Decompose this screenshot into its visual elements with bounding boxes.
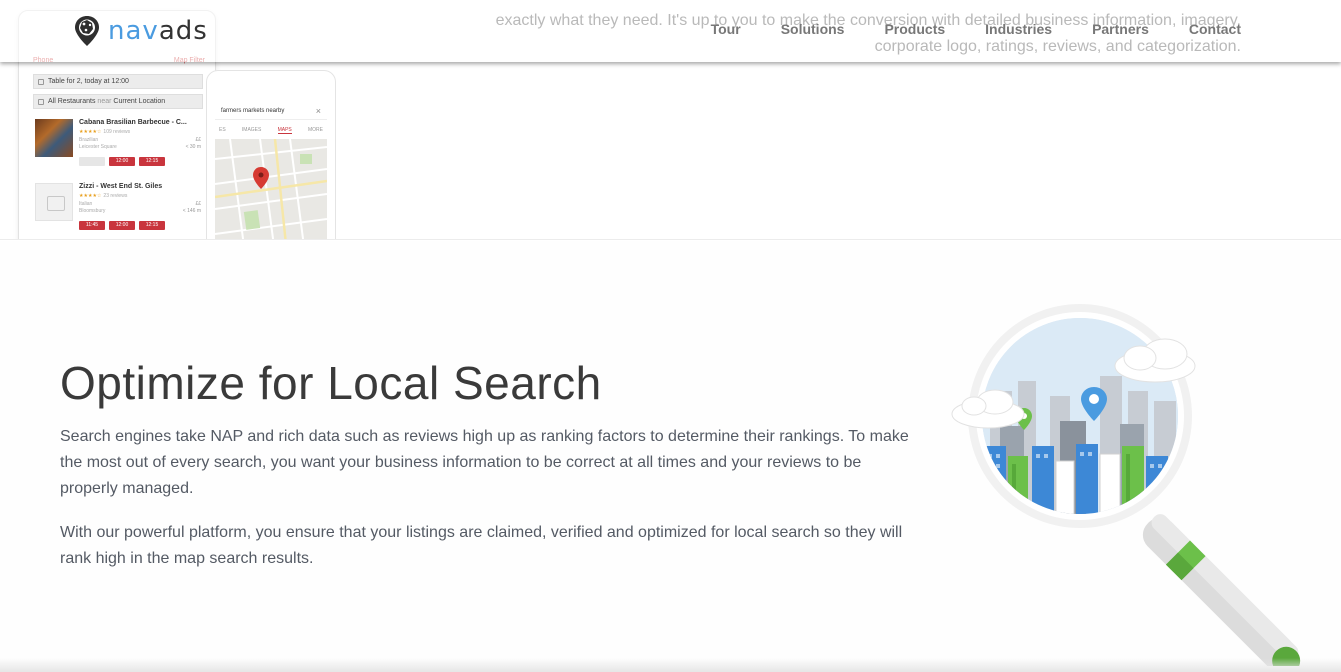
map-tab: ES xyxy=(219,127,226,133)
restaurant-right-meta: ££ < 146 m xyxy=(183,201,201,215)
time-slot: 12:15 xyxy=(139,157,165,166)
area: Bloomsbury xyxy=(79,208,106,214)
map-tab-active: MAPS xyxy=(277,127,292,134)
map-tabs: ES IMAGES MAPS MORE xyxy=(215,127,327,134)
nav-industries[interactable]: Industries xyxy=(985,21,1052,37)
location-field: All Restaurants near Current Location xyxy=(33,94,203,109)
time-slot: 12:00 xyxy=(109,221,135,230)
location-field-near: near xyxy=(97,98,112,105)
reservation-field: Table for 2, today at 12:00 xyxy=(33,74,203,89)
nav-solutions[interactable]: Solutions xyxy=(781,21,845,37)
close-icon: × xyxy=(315,106,321,116)
reservation-field-text: Table for 2, today at 12:00 xyxy=(48,78,129,85)
location-field-post: Current Location xyxy=(113,98,166,105)
time-slot: 12:15 xyxy=(139,221,165,230)
map-search-field: farmers markets nearby × xyxy=(215,104,327,120)
review-count: 23 reviews xyxy=(103,193,128,199)
rating-stars: ★★★★☆ 23 reviews xyxy=(79,193,127,199)
logo-pin-icon xyxy=(75,16,99,46)
site-header: exactly what they need. It's up to you t… xyxy=(0,0,1341,62)
restaurant-right-meta: ££ < 30 m xyxy=(186,137,201,151)
cuisine: Brazilian xyxy=(79,137,99,143)
stars-text: ★★★★☆ xyxy=(79,193,102,199)
distance: < 30 m xyxy=(185,144,201,150)
distance: < 146 m xyxy=(182,208,201,214)
map-search-text: farmers markets nearby xyxy=(221,108,285,114)
section-title: Optimize for Local Search xyxy=(60,357,602,409)
list-item: Cabana Brasilian Barbecue - C... ★★★★☆ 10… xyxy=(33,119,205,177)
map-view xyxy=(215,139,327,239)
restaurant-name: Zizzi - West End St. Giles xyxy=(79,183,163,190)
time-slots: 11:45 12:00 12:15 xyxy=(79,221,165,230)
restaurant-name: Cabana Brasilian Barbecue - C... xyxy=(79,119,187,126)
nav-tour[interactable]: Tour xyxy=(711,21,741,37)
local-search-section: Optimize for Local Search Search engines… xyxy=(0,241,1341,672)
map-tab: IMAGES xyxy=(241,127,262,133)
restaurant-meta: Brazilian Leicester Square xyxy=(79,137,117,151)
section-paragraph-2: With our powerful platform, you ensure t… xyxy=(60,524,903,567)
ghost-line: corporate logo, ratings, reviews, and ca… xyxy=(874,38,1241,55)
location-field-icon xyxy=(38,99,44,105)
section-paragraph-1: Search engines take NAP and rich data su… xyxy=(60,428,909,497)
time-slots: 12:00 12:15 xyxy=(79,157,165,166)
calendar-icon xyxy=(38,79,44,85)
logo-wordmark: navads xyxy=(108,16,208,46)
navads-logo[interactable]: navads xyxy=(74,14,208,48)
logo-ads: ads xyxy=(158,16,208,46)
phone-mockup-map: farmers markets nearby × ES IMAGES MAPS … xyxy=(206,70,336,239)
list-item: Zizzi - West End St. Giles ★★★★☆ 23 revie… xyxy=(33,183,205,239)
location-field-pre: All Restaurants xyxy=(48,98,96,105)
area: Leicester Square xyxy=(79,144,117,150)
rating-stars: ★★★★☆ 109 reviews xyxy=(79,129,130,135)
cuisine: Italian xyxy=(79,201,93,207)
time-slot: 11:45 xyxy=(79,221,105,230)
restaurant-meta: Italian Bloomsbury xyxy=(79,201,105,215)
magnifying-glass-city-illustration xyxy=(940,296,1330,672)
map-streets-graphic xyxy=(215,139,327,239)
restaurant-placeholder-image xyxy=(35,183,73,221)
map-tab: MORE xyxy=(308,127,323,133)
stars-text: ★★★★☆ xyxy=(79,129,102,135)
nav-contact[interactable]: Contact xyxy=(1189,21,1241,37)
section-bottom-shade xyxy=(0,658,1341,672)
main-nav: Tour Solutions Products Industries Partn… xyxy=(711,21,1241,37)
magnifier-icon xyxy=(951,304,1301,672)
restaurant-photo xyxy=(35,119,73,157)
review-count: 109 reviews xyxy=(103,129,131,135)
nav-products[interactable]: Products xyxy=(884,21,945,37)
price: ££ xyxy=(195,201,201,207)
nav-partners[interactable]: Partners xyxy=(1092,21,1149,37)
time-slot: 12:00 xyxy=(109,157,135,166)
price: ££ xyxy=(195,137,201,143)
time-slot xyxy=(79,157,105,166)
logo-nav: nav xyxy=(108,16,159,46)
